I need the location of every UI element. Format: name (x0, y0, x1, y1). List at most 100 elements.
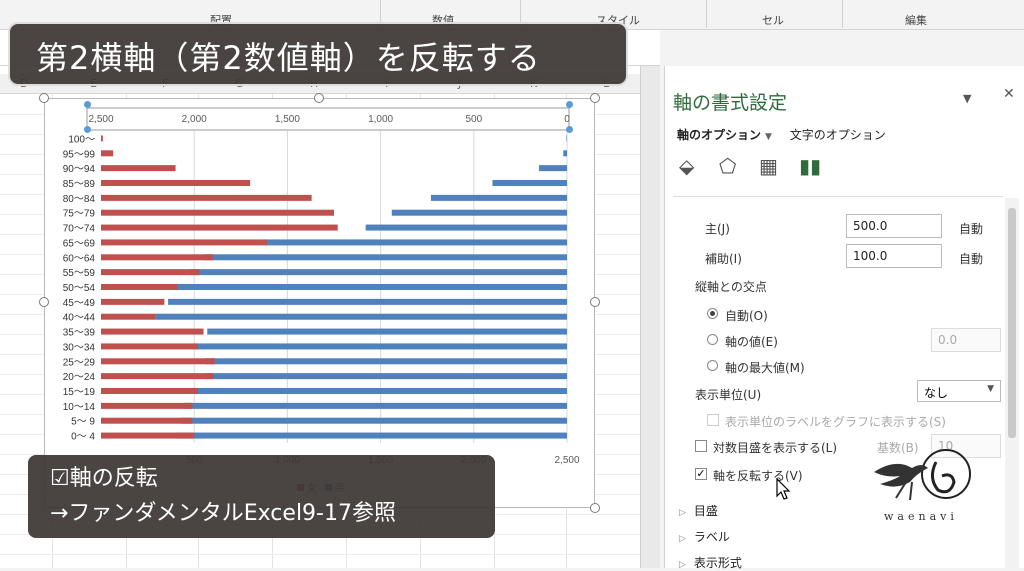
bar-female (101, 343, 198, 350)
bar-male (563, 150, 567, 157)
note-line-1: ☑軸の反転 (50, 466, 158, 491)
radio-auto[interactable] (707, 308, 718, 319)
axis-selection-handle[interactable] (566, 101, 573, 108)
mouse-cursor-icon (776, 478, 791, 500)
bar-male (181, 417, 568, 424)
pentagon-icon[interactable]: ⬠ (719, 154, 736, 178)
bar-female (101, 224, 338, 231)
ribbon-group-editing: 編集 (905, 14, 927, 27)
radio-axis-value[interactable] (707, 334, 718, 345)
bar-male (205, 358, 567, 365)
radio-axis-value-label[interactable]: 軸の値(E) (725, 333, 778, 350)
chevron-down-icon[interactable]: ▼ (765, 132, 772, 142)
pane-scrollbar[interactable] (1005, 198, 1019, 568)
chart-resize-handle[interactable] (590, 297, 600, 307)
bar-male (192, 388, 567, 394)
category-label: 40～44 (63, 313, 96, 324)
major-unit-input[interactable]: 500.0 (846, 214, 942, 238)
bar-female (101, 284, 178, 290)
tutorial-title: 第2横軸（第2数値軸）を反転する (8, 22, 628, 86)
minor-unit-input[interactable]: 100.0 (846, 244, 942, 268)
pane-title: 軸の書式設定 (673, 92, 788, 114)
bar-male (173, 284, 568, 290)
ribbon-group-cells: セル (762, 14, 784, 27)
section-labels-label: ラベル (693, 530, 730, 544)
show-unit-label-checkbox[interactable] (707, 414, 719, 426)
chart-plot: 5001,0001,5002,0002,5002,5002,0001,5001,… (63, 107, 580, 494)
bar-male (365, 224, 567, 231)
bar-female (101, 180, 251, 186)
bar-male (205, 373, 567, 380)
bar-female (101, 402, 193, 409)
bar-female (101, 150, 114, 157)
vertical-axis-crosses-label: 縦軸との交点 (695, 280, 767, 294)
chevron-down-icon: ▼ (987, 384, 994, 394)
category-label: 65～69 (63, 238, 96, 249)
bar-female (101, 194, 312, 201)
chart-resize-handle[interactable] (314, 93, 324, 103)
bar-male (430, 194, 567, 201)
bar-female (101, 358, 215, 365)
chart-resize-handle[interactable] (590, 93, 600, 103)
top-axis-tick-label: 2,500 (88, 114, 113, 125)
bar-male (155, 313, 567, 320)
category-label: 95～99 (63, 149, 96, 160)
category-label: 15～19 (63, 387, 96, 398)
display-unit-select[interactable]: なし ▼ (917, 380, 1001, 402)
top-axis-tick-label: 2,000 (182, 114, 207, 125)
fill-bucket-icon[interactable]: ⬙ (679, 154, 694, 178)
bar-male (184, 402, 567, 409)
category-label: 75～79 (63, 209, 96, 220)
major-unit-label: 主(J) (705, 222, 730, 236)
major-auto-button[interactable]: 自動 (959, 220, 983, 237)
bar-female (101, 135, 103, 142)
category-label: 25～29 (63, 357, 96, 368)
population-pyramid-chart[interactable]: 5001,0001,5002,0002,5002,5002,0001,5001,… (44, 98, 595, 508)
reverse-axis-checkbox[interactable]: ✓ (695, 468, 707, 480)
bar-female (101, 239, 267, 246)
axis-value-input[interactable]: 0.0 (931, 328, 1001, 352)
vertical-scrollbar[interactable] (640, 66, 660, 568)
category-label: 70～74 (63, 224, 96, 235)
minor-auto-button[interactable]: 自動 (959, 250, 983, 267)
waenavi-logo: waenavi (866, 438, 976, 528)
radio-axis-max[interactable] (707, 360, 718, 371)
axis-selection-handle[interactable] (566, 126, 573, 133)
axis-selection-handle[interactable] (84, 126, 91, 133)
chart-resize-handle[interactable] (590, 503, 600, 513)
bar-female (101, 313, 156, 320)
log-scale-checkbox[interactable] (695, 440, 707, 452)
radio-axis-max-label[interactable]: 軸の最大値(M) (725, 359, 805, 376)
category-label: 20～24 (63, 372, 96, 383)
bar-female (101, 209, 334, 216)
category-label: 30～34 (63, 342, 96, 353)
close-icon[interactable]: ✕ (1003, 86, 1015, 102)
bar-male (492, 180, 567, 186)
tab-text-options[interactable]: 文字のオプション (790, 128, 886, 142)
category-label: 45～49 (63, 298, 96, 309)
chart-resize-handle[interactable] (39, 297, 49, 307)
bar-female (101, 165, 176, 172)
log-scale-label: 対数目盛を表示する(L) (713, 441, 838, 455)
top-axis-frame (86, 107, 570, 131)
section-labels[interactable]: ▷ ラベル (679, 528, 730, 545)
category-label: 0～ 4 (71, 432, 95, 443)
display-unit-label: 表示単位(U) (695, 388, 762, 402)
radio-auto-label[interactable]: 自動(O) (725, 307, 768, 324)
bar-chart-icon[interactable]: ▮▮ (799, 154, 821, 178)
bar-male (391, 209, 567, 216)
section-tick-marks[interactable]: ▷ 目盛 (679, 502, 718, 519)
size-properties-icon[interactable]: ▦ (759, 154, 778, 178)
category-label: 90～94 (63, 164, 96, 175)
tab-axis-options[interactable]: 軸のオプション (677, 128, 761, 142)
pane-options-icon[interactable]: ▼ (963, 92, 971, 105)
chart-resize-handle[interactable] (39, 93, 49, 103)
bar-female (101, 269, 200, 276)
minor-unit-label: 補助(I) (705, 252, 742, 266)
bar-male (194, 343, 567, 350)
section-number[interactable]: ▷ 表示形式 (679, 554, 742, 571)
axis-selection-handle[interactable] (84, 101, 91, 108)
bar-female (101, 373, 213, 380)
bar-female (101, 254, 213, 261)
tutorial-note: ☑軸の反転 →ファンダメンタルExcel9-17参照 (28, 455, 495, 538)
